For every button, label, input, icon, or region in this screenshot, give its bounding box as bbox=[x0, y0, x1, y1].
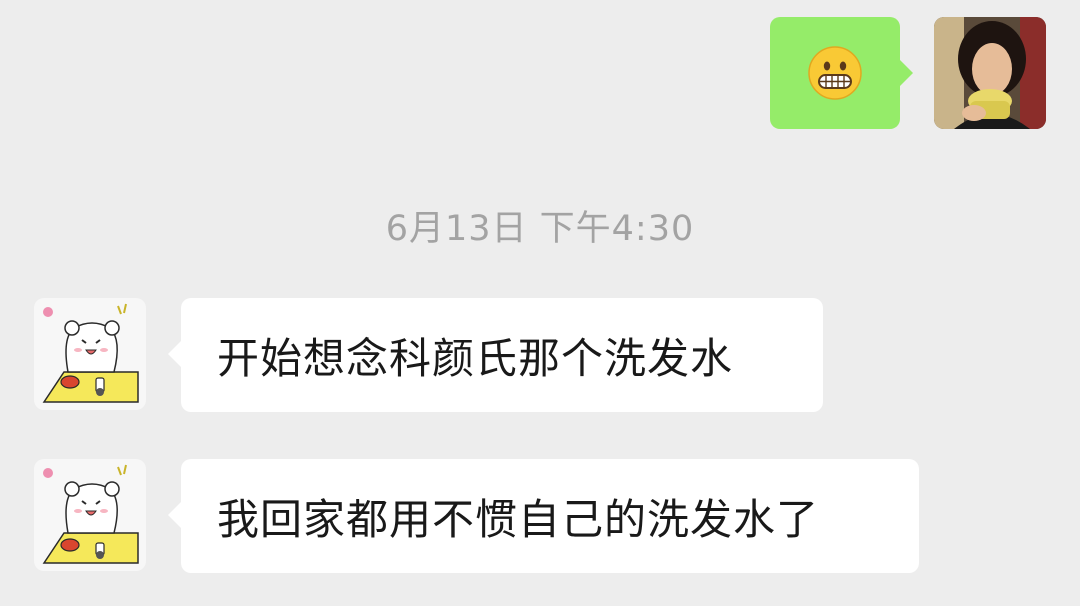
message-bubble-received[interactable]: 开始想念科颜氏那个洗发水 bbox=[168, 298, 823, 412]
grimacing-face-icon bbox=[808, 46, 862, 100]
message-bubble-sent[interactable] bbox=[770, 17, 913, 129]
message-text: 开始想念科颜氏那个洗发水 bbox=[217, 333, 734, 383]
message-text: 我回家都用不惯自己的洗发水了 bbox=[217, 494, 820, 544]
my-avatar[interactable] bbox=[934, 17, 1046, 129]
white-bear-sticker-avatar-icon bbox=[34, 459, 146, 571]
white-bear-sticker-avatar-icon bbox=[34, 298, 146, 410]
friend-avatar[interactable] bbox=[34, 459, 146, 571]
friend-avatar[interactable] bbox=[34, 298, 146, 410]
chat-timestamp: 6月13日 下午4:30 bbox=[385, 209, 695, 249]
woman-drinking-avatar-icon bbox=[934, 17, 1046, 129]
message-bubble-received[interactable]: 我回家都用不惯自己的洗发水了 bbox=[168, 459, 919, 573]
